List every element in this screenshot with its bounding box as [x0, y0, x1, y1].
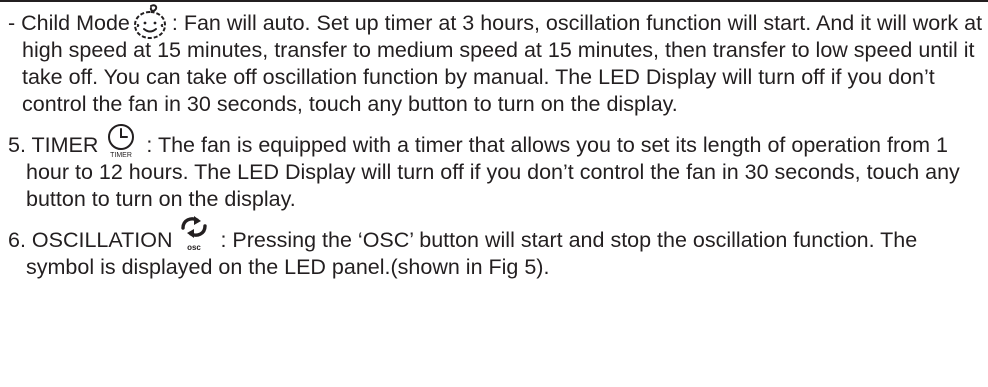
top-divider	[0, 0, 988, 2]
child-mode-paragraph: - Child Mode : Fan will auto. Set up tim…	[8, 4, 983, 118]
manual-section: - Child Mode : Fan will auto. Set up tim…	[8, 4, 983, 281]
child-face-icon	[131, 3, 169, 41]
child-mode-heading: - Child Mode	[8, 11, 130, 35]
oscillation-paragraph: 6. OSCILLATION osc : Pressing the ‘OSC’ …	[8, 216, 983, 281]
timer-description: : The fan is equipped with a timer that …	[26, 133, 960, 211]
clock-icon: TIMER	[104, 122, 138, 160]
oscillation-icon-label: osc	[188, 243, 202, 252]
timer-heading: 5. TIMER	[8, 133, 99, 157]
oscillation-heading: 6. OSCILLATION	[8, 228, 173, 252]
timer-icon-label: TIMER	[111, 152, 133, 159]
oscillation-arrows-icon: osc	[178, 214, 210, 254]
timer-paragraph: 5. TIMER TIMER : The fan is equipped wit…	[8, 124, 983, 213]
